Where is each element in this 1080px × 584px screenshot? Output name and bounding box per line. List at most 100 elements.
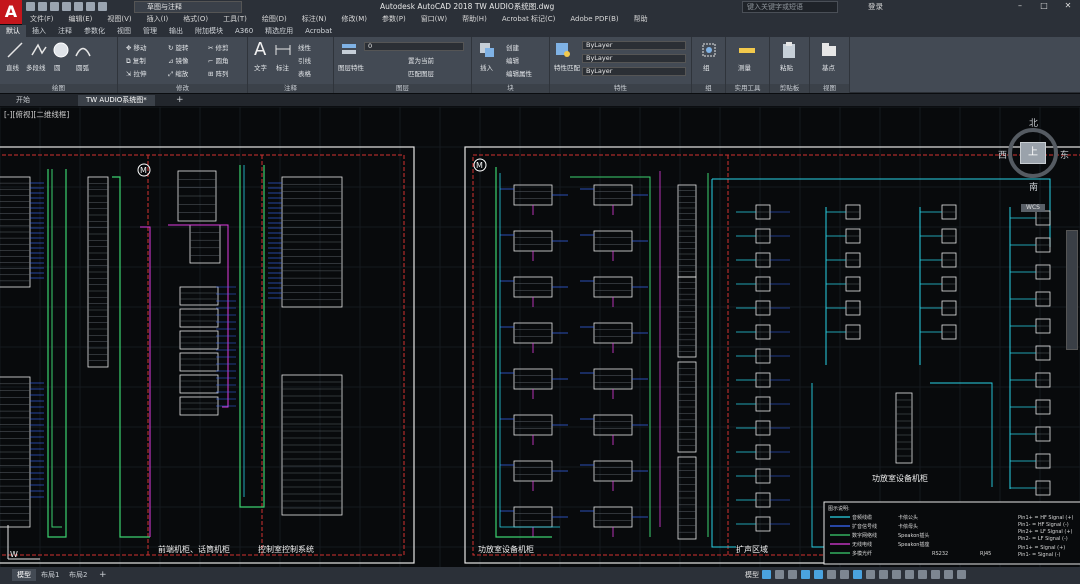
layer-properties-icon[interactable]: [340, 41, 358, 59]
menu-draw[interactable]: 绘图(D): [254, 14, 294, 25]
tool-scale[interactable]: ⤢ 缩放: [168, 68, 188, 79]
tool-stretch[interactable]: ⇲ 拉伸: [126, 68, 147, 78]
tool-polyline[interactable]: 多段线: [26, 62, 46, 72]
redo-icon[interactable]: [98, 2, 107, 11]
tool-leader[interactable]: 引线: [298, 55, 311, 65]
tool-move[interactable]: ✥ 移动: [126, 42, 147, 52]
tool-base-view[interactable]: 基点: [822, 62, 835, 72]
menu-dimension[interactable]: 标注(N): [294, 14, 334, 25]
tool-rotate[interactable]: ↻ 旋转: [168, 42, 189, 52]
tab-insert[interactable]: 插入: [26, 25, 52, 37]
polyline-icon[interactable]: [30, 41, 48, 59]
menu-acrobat[interactable]: Acrobat 标记(C): [494, 14, 563, 25]
tool-group[interactable]: 组: [703, 62, 710, 72]
tab-parametric[interactable]: 参数化: [78, 25, 111, 37]
arc-icon[interactable]: [74, 41, 92, 59]
panel-block-label[interactable]: 块: [472, 84, 549, 93]
viewport-controls[interactable]: [-][俯视][二维线框]: [4, 109, 69, 120]
paste-icon[interactable]: [780, 41, 798, 59]
viewcube-top-face[interactable]: 上: [1020, 142, 1046, 164]
insert-block-icon[interactable]: [478, 41, 496, 59]
tab-annotate[interactable]: 注释: [52, 25, 78, 37]
tab-addins[interactable]: 附加模块: [189, 25, 229, 37]
close-icon[interactable]: ✕: [1056, 0, 1080, 12]
maximize-icon[interactable]: □: [1032, 0, 1056, 12]
tool-match-layer[interactable]: 匹配图层: [408, 68, 434, 78]
menu-edit[interactable]: 编辑(E): [61, 14, 100, 25]
menu-tools[interactable]: 工具(T): [215, 14, 254, 25]
panel-draw-label[interactable]: 绘图: [0, 84, 117, 93]
navigation-bar[interactable]: [1066, 230, 1078, 350]
save-as-icon[interactable]: [62, 2, 71, 11]
minimize-icon[interactable]: –: [1008, 0, 1032, 12]
autocad-logo-icon[interactable]: A: [0, 0, 22, 24]
tool-make-current[interactable]: 置为当前: [408, 55, 434, 65]
new-tab-icon[interactable]: +: [168, 95, 192, 106]
menu-help[interactable]: 帮助(H): [454, 14, 494, 25]
wcs-menu[interactable]: WCS: [1021, 204, 1045, 212]
tool-create-block[interactable]: 创建: [506, 42, 519, 52]
file-tab-drawing[interactable]: TW AUDIO系统图*: [78, 95, 155, 106]
tool-match-properties[interactable]: 特性匹配: [554, 62, 580, 72]
tool-copy[interactable]: ⧉ 复制: [126, 55, 146, 66]
tab-default[interactable]: 默认: [0, 25, 26, 37]
tab-manage[interactable]: 管理: [137, 25, 163, 37]
tool-trim[interactable]: ✂ 修剪: [208, 42, 229, 52]
open-file-icon[interactable]: [38, 2, 47, 11]
tab-a360[interactable]: A360: [229, 25, 259, 37]
menu-view[interactable]: 视图(V): [99, 14, 138, 25]
menu-window[interactable]: 窗口(W): [413, 14, 454, 25]
file-tab-start[interactable]: 开始: [8, 95, 38, 106]
plot-icon[interactable]: [74, 2, 83, 11]
tool-edit-attributes[interactable]: 编辑属性: [506, 68, 532, 78]
drawing-canvas[interactable]: M M 前端机柜、话筒机柜 控制室控制系统 功放室设备机柜 扩声区域 功放室设备…: [0, 107, 1080, 567]
menu-file[interactable]: 文件(F): [22, 14, 61, 25]
polar-toggle-icon[interactable]: [801, 570, 810, 579]
tool-fillet[interactable]: ⌐ 圆角: [208, 55, 229, 65]
panel-annotation-label[interactable]: 注释: [248, 84, 333, 93]
viewcube[interactable]: 上 北 南 西 东 WCS: [998, 116, 1074, 212]
compass-east[interactable]: 东: [1060, 148, 1069, 161]
workspace-select[interactable]: 草图与注释: [134, 1, 242, 13]
tool-insert[interactable]: 插入: [480, 62, 493, 72]
compass-north[interactable]: 北: [1029, 116, 1038, 129]
tool-mirror[interactable]: ⊿ 镜像: [168, 55, 189, 65]
tool-circle[interactable]: 圆: [54, 62, 61, 72]
linetype-dropdown[interactable]: ByLayer: [582, 54, 686, 63]
group-icon[interactable]: [700, 41, 718, 59]
panel-clipboard-label[interactable]: 剪贴板: [770, 84, 809, 93]
measure-icon[interactable]: [738, 41, 756, 59]
tab-acrobat[interactable]: Acrobat: [299, 25, 338, 37]
undo-icon[interactable]: [86, 2, 95, 11]
panel-view-label[interactable]: 视图: [810, 84, 849, 93]
menu-adobe-pdf[interactable]: Adobe PDF(B): [562, 14, 625, 25]
clean-screen-icon[interactable]: [944, 570, 953, 579]
panel-properties-label[interactable]: 特性: [550, 84, 691, 93]
isolate-objects-icon[interactable]: [918, 570, 927, 579]
ortho-toggle-icon[interactable]: [788, 570, 797, 579]
lineweight-dropdown[interactable]: ByLayer: [582, 67, 686, 76]
panel-groups-label[interactable]: 组: [692, 84, 725, 93]
otrack-toggle-icon[interactable]: [827, 570, 836, 579]
tool-measure[interactable]: 测量: [738, 62, 751, 72]
dimension-icon[interactable]: [274, 41, 292, 59]
panel-modify-label[interactable]: 修改: [118, 84, 247, 93]
circle-icon[interactable]: [52, 41, 70, 59]
tab-view[interactable]: 视图: [111, 25, 137, 37]
snap-toggle-icon[interactable]: [775, 570, 784, 579]
tool-text[interactable]: 文字: [254, 62, 267, 72]
panel-utilities-label[interactable]: 实用工具: [726, 84, 769, 93]
layout-tab-1[interactable]: 布局1: [36, 569, 64, 581]
selection-cycling-icon[interactable]: [866, 570, 875, 579]
tab-featured-apps[interactable]: 精选应用: [259, 25, 299, 37]
tool-edit-block[interactable]: 编辑: [506, 55, 519, 65]
search-input[interactable]: 键入关键字或短语: [742, 1, 838, 13]
text-icon[interactable]: A: [254, 39, 266, 60]
save-icon[interactable]: [50, 2, 59, 11]
tool-layer-properties[interactable]: 图层特性: [338, 62, 364, 72]
menu-insert[interactable]: 插入(I): [139, 14, 176, 25]
lineweight-toggle-icon[interactable]: [840, 570, 849, 579]
annotation-scale-icon[interactable]: [879, 570, 888, 579]
status-model-space[interactable]: 模型: [745, 570, 759, 580]
tab-output[interactable]: 输出: [163, 25, 189, 37]
